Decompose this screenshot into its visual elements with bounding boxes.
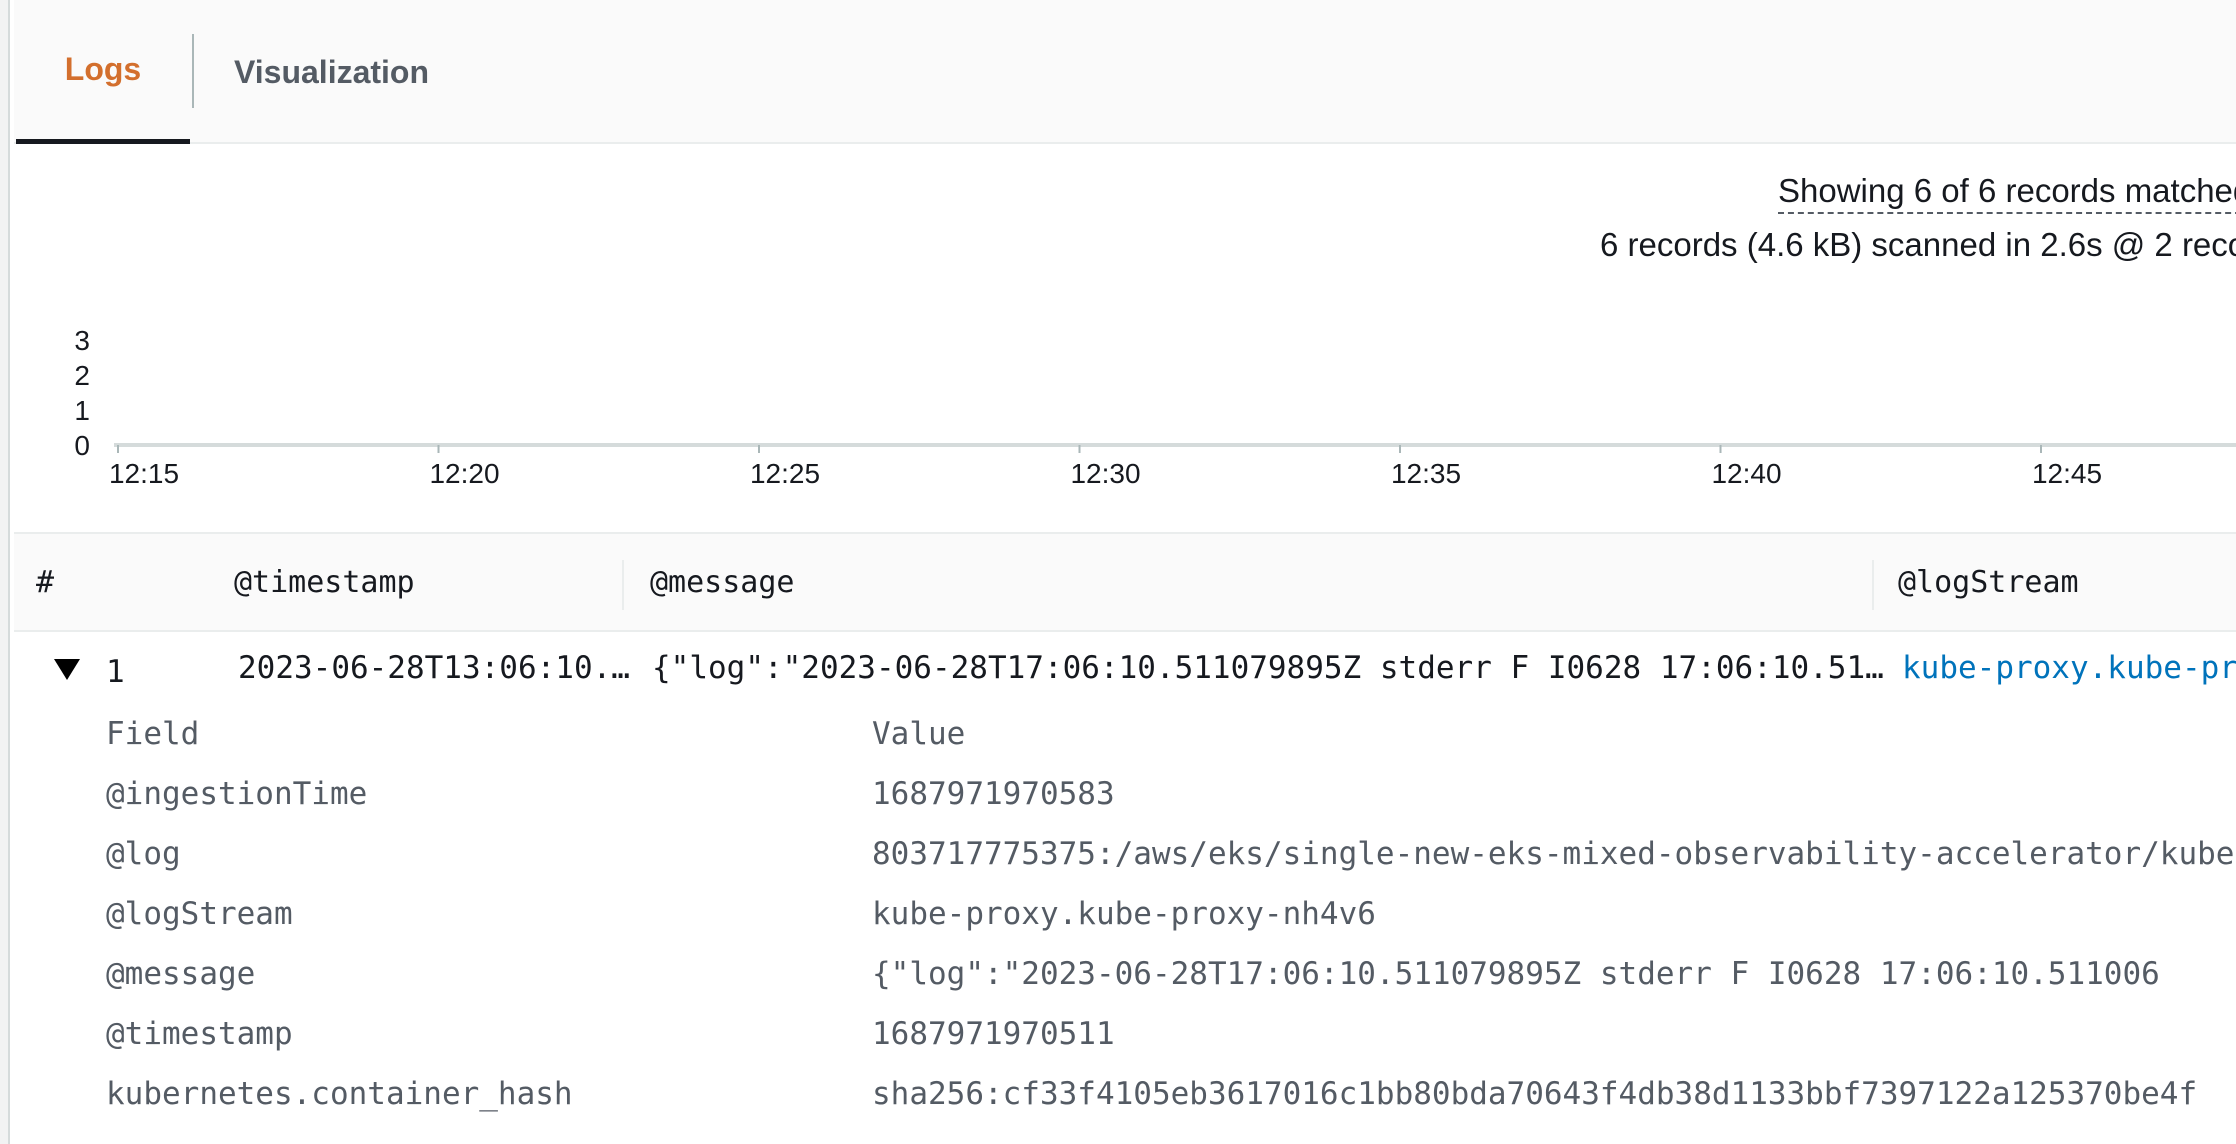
- results-tabbar: Logs Visualization: [14, 0, 2236, 144]
- column-resizer[interactable]: [622, 560, 624, 610]
- column-header-number: #: [36, 564, 55, 600]
- detail-header-value: Value: [872, 716, 966, 752]
- detail-field-name: @message: [106, 956, 256, 992]
- panel-left-border: [0, 0, 10, 1144]
- row-number: 1: [106, 654, 125, 690]
- detail-field-value: sha256:cf33f4105eb3617016c1bb80bda70643f…: [872, 1076, 2198, 1112]
- records-matched-summary[interactable]: Showing 6 of 6 records matched: [1778, 172, 2236, 214]
- tab-divider: [192, 34, 194, 108]
- detail-row: @message {"log":"2023-06-28T17:06:10.511…: [14, 942, 2236, 1002]
- tab-logs[interactable]: Logs: [16, 0, 190, 144]
- histogram-x-tick-label: 12:25: [750, 458, 820, 489]
- detail-field-value: 1687971970511: [872, 1016, 1115, 1052]
- row-timestamp: 2023-06-28T13:06:10.511: [238, 650, 634, 686]
- detail-row: @logStream kube-proxy.kube-proxy-nh4v6: [14, 882, 2236, 942]
- histogram-y-tick-label: 0: [74, 430, 90, 461]
- column-resizer[interactable]: [1872, 560, 1874, 610]
- tab-visualization[interactable]: Visualization: [234, 0, 464, 144]
- tab-visualization-label: Visualization: [234, 53, 430, 90]
- histogram-x-tick-label: 12:15: [109, 458, 179, 489]
- results-table-header: # @timestamp @message @logStream: [14, 534, 2236, 632]
- histogram-x-tick-label: 12:40: [1711, 458, 1781, 489]
- detail-field-name: @ingestionTime: [106, 776, 368, 812]
- detail-row: @ingestionTime 1687971970583: [14, 762, 2236, 822]
- histogram-x-tick-label: 12:35: [1391, 458, 1461, 489]
- detail-field-value: kube-proxy.kube-proxy-nh4v6: [872, 896, 1376, 932]
- detail-header-field: Field: [106, 716, 200, 752]
- column-header-message[interactable]: @message: [650, 534, 795, 630]
- row-detail-panel: Field Value @ingestionTime 1687971970583…: [14, 702, 2236, 1144]
- histogram-y-tick-label: 2: [74, 360, 90, 391]
- tab-logs-label: Logs: [64, 51, 142, 87]
- table-row[interactable]: 1 2023-06-28T13:06:10.511 {"log":"2023-0…: [14, 632, 2236, 702]
- detail-header: Field Value: [14, 702, 2236, 762]
- detail-field-value: {"log":"2023-06-28T17:06:10.511079895Z s…: [872, 956, 2160, 992]
- detail-field-value: 803717775375:/aws/eks/single-new-eks-mix…: [872, 836, 2236, 872]
- column-header-logstream[interactable]: @logStream: [1898, 534, 2079, 630]
- log-insights-results-panel: Logs Visualization Showing 6 of 6 record…: [0, 0, 2236, 1144]
- row-message: {"log":"2023-06-28T17:06:10.511079895Z s…: [652, 650, 1884, 686]
- records-scanned-summary: 6 records (4.6 kB) scanned in 2.6s @ 2 r…: [1600, 226, 2236, 263]
- column-header-timestamp[interactable]: @timestamp: [234, 534, 415, 630]
- detail-row: kubernetes.container_hash sha256:cf33f41…: [14, 1062, 2236, 1122]
- detail-field-value: 1687971970583: [872, 776, 1115, 812]
- detail-row: @timestamp 1687971970511: [14, 1002, 2236, 1062]
- detail-field-name: @log: [106, 836, 181, 872]
- detail-field-name: @logStream: [106, 896, 293, 932]
- histogram-y-tick-label: 1: [74, 395, 90, 426]
- histogram-y-tick-label: 3: [74, 325, 90, 356]
- histogram-x-tick-label: 12:20: [429, 458, 499, 489]
- log-histogram: 0 1 2 3 12:15 12:20 12:25 12:30 12:35 12:40 12:45: [14, 272, 2236, 532]
- detail-row: @log 803717775375:/aws/eks/single-new-ek…: [14, 822, 2236, 882]
- histogram-x-tick-label: 12:30: [1070, 458, 1140, 489]
- collapse-triangle-icon[interactable]: [52, 656, 82, 682]
- detail-field-name: kubernetes.container_hash: [106, 1076, 573, 1112]
- detail-field-name: @timestamp: [106, 1016, 293, 1052]
- histogram-x-tick-label: 12:45: [2032, 458, 2102, 489]
- log-histogram-chart: 0 1 2 3 12:15 12:20 12:25 12:30 12:35 12:40 12:45: [74, 325, 2236, 489]
- row-logstream-link[interactable]: kube-proxy.kube-proxy-nh4v6: [1902, 650, 2236, 686]
